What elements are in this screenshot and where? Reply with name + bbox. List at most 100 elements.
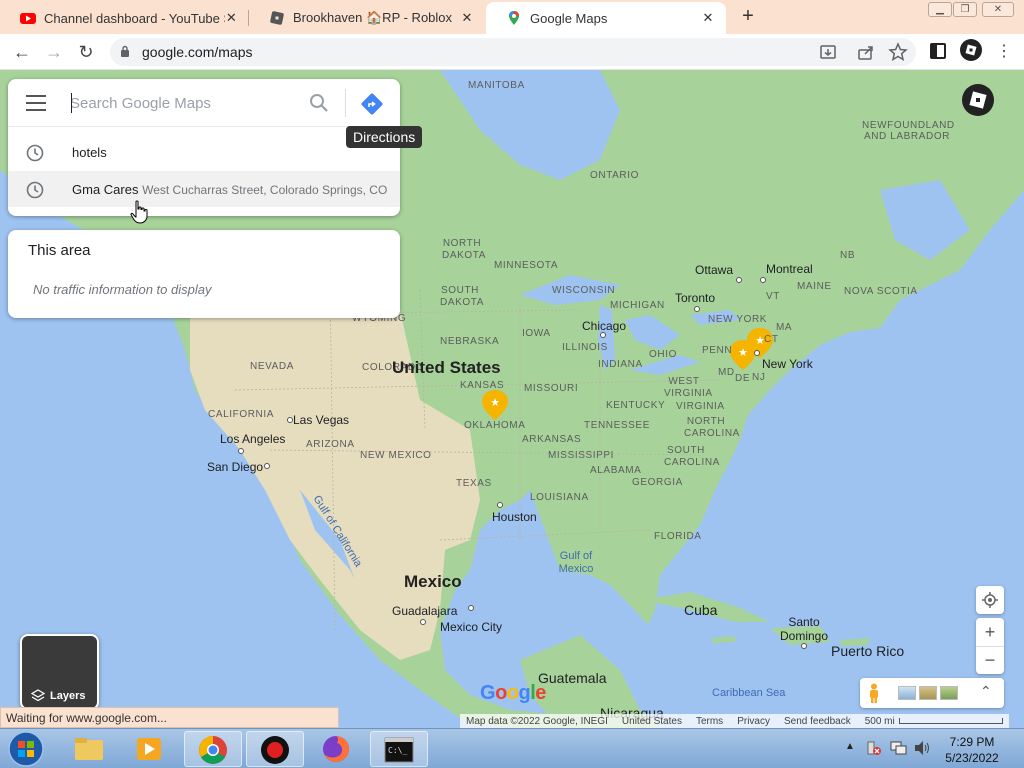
network-icon[interactable] (890, 740, 908, 756)
history-clock-icon (26, 181, 44, 199)
terms-link[interactable]: Terms (696, 716, 723, 727)
city-label: Cuba (684, 602, 718, 618)
zoom-in-button[interactable]: + (976, 618, 1004, 646)
close-tab-icon[interactable]: ✕ (700, 10, 716, 26)
main-menu-button[interactable] (26, 95, 46, 111)
bookmark-star-icon[interactable] (888, 42, 908, 62)
suggestion-item[interactable]: hotels (8, 134, 400, 170)
restore-button[interactable]: ❐ (953, 2, 977, 17)
share-icon[interactable] (856, 42, 876, 62)
send-feedback-link[interactable]: Send feedback (784, 716, 851, 727)
firefox-taskbar-button[interactable] (308, 731, 366, 767)
map-label: LOUISIANA (530, 492, 589, 503)
map-attribution: Map data ©2022 Google, INEGI United Stat… (460, 714, 1009, 728)
volume-icon[interactable] (914, 740, 930, 756)
scale-label[interactable]: 500 mi (865, 716, 895, 727)
city-label: Los Angeles (220, 432, 286, 446)
close-window-button[interactable]: ✕ (982, 2, 1014, 17)
install-app-icon[interactable] (818, 42, 838, 62)
map-label: ALABAMA (590, 465, 642, 476)
browser-status-bubble: Waiting for www.google.com... (0, 707, 339, 728)
traffic-message: No traffic information to display (33, 282, 212, 297)
show-hidden-icons-button[interactable]: ▲ (845, 741, 855, 752)
new-tab-button[interactable]: + (738, 6, 758, 26)
map-label: CT (764, 334, 779, 345)
layers-button[interactable]: Layers (20, 634, 99, 710)
search-input[interactable] (70, 91, 300, 115)
map-label: NJ (752, 372, 766, 383)
reload-button[interactable]: ↻ (74, 40, 98, 64)
city-label: Puerto Rico (831, 643, 905, 659)
imagery-thumb[interactable] (940, 686, 958, 700)
city-label: Las Vegas (293, 413, 350, 427)
map-label: GEORGIA (632, 477, 683, 488)
city-label: San Diego (207, 460, 264, 474)
expand-icon[interactable]: ⌃ (980, 683, 992, 700)
suggestion-item[interactable]: Gma Cares West Cucharras Street, Colorad… (8, 171, 400, 207)
map-label: KANSAS (460, 380, 505, 391)
action-center-icon[interactable] (866, 740, 882, 756)
map-label: NORTH DAKOTA (442, 238, 486, 261)
search-icon[interactable] (308, 92, 330, 114)
explorer-taskbar-button[interactable] (60, 731, 118, 767)
water-label: Gulf of Mexico (558, 550, 594, 575)
folder-icon (75, 738, 103, 760)
region-link[interactable]: United States (622, 716, 682, 727)
system-clock[interactable]: 7:29 PM 5/23/2022 (932, 734, 1012, 766)
close-tab-icon[interactable]: ✕ (459, 10, 475, 26)
minimize-button[interactable]: ▁ (928, 2, 952, 17)
pegman-icon[interactable] (868, 683, 880, 703)
map-label: FLORIDA (654, 531, 702, 542)
privacy-link[interactable]: Privacy (737, 716, 770, 727)
zoom-out-button[interactable]: − (976, 646, 1004, 674)
map-label: ARKANSAS (522, 434, 582, 445)
layers-label: Layers (50, 690, 86, 702)
traffic-panel: This area No traffic information to disp… (8, 230, 400, 318)
imagery-thumb[interactable] (919, 686, 937, 700)
street-view-bar: ⌃ (860, 678, 1004, 708)
map-label: MD (718, 367, 735, 378)
my-location-button[interactable] (976, 586, 1004, 614)
country-label: Mexico (404, 572, 462, 591)
directions-tooltip: Directions (346, 126, 423, 148)
suggestion-title: hotels (72, 145, 107, 160)
side-panel-icon[interactable] (928, 41, 948, 61)
chrome-icon (199, 736, 227, 764)
back-button[interactable]: ← (10, 40, 34, 64)
directions-icon[interactable] (360, 92, 384, 116)
cmd-taskbar-button[interactable]: C:\_ (370, 731, 428, 767)
city-label: Santo Domingo (780, 615, 829, 643)
traffic-panel-title: This area (28, 242, 91, 259)
map-label: NEW YORK (708, 314, 768, 325)
map-label: INDIANA (598, 359, 643, 370)
forward-button[interactable]: → (42, 40, 66, 64)
browser-menu-button[interactable]: ⋮ (992, 40, 1016, 64)
address-bar[interactable]: google.com/maps (110, 38, 916, 66)
firefox-icon (323, 736, 349, 762)
map-label: SOUTH CAROLINA (664, 445, 720, 468)
tab-roblox[interactable]: Brookhaven 🏠RP - Roblox ✕ (249, 2, 485, 34)
lock-icon (121, 45, 129, 57)
city-label: Houston (492, 510, 537, 524)
tab-youtube-studio[interactable]: Channel dashboard - YouTube Studio ✕ (0, 2, 248, 34)
tab-google-maps[interactable]: Google Maps ✕ (486, 2, 726, 34)
suggestion-title: Gma Cares (72, 182, 139, 197)
map-label: MISSOURI (524, 383, 579, 394)
youtube-icon (20, 13, 36, 24)
map-label: VT (766, 291, 780, 302)
map-label: ILLINOIS (562, 342, 608, 353)
media-player-taskbar-button[interactable] (120, 731, 178, 767)
url-text: google.com/maps (142, 44, 253, 60)
map-label: PENN (702, 345, 733, 356)
command-prompt-icon: C:\_ (384, 737, 414, 763)
close-tab-icon[interactable]: ✕ (225, 10, 238, 26)
imagery-thumb[interactable] (898, 686, 916, 700)
start-button[interactable] (6, 730, 46, 768)
recorder-taskbar-button[interactable] (246, 731, 304, 767)
map-label: CALIFORNIA (208, 409, 275, 420)
profile-avatar[interactable] (960, 39, 982, 61)
chrome-taskbar-button[interactable] (184, 731, 242, 767)
google-maps-icon (509, 11, 519, 25)
roblox-extension-icon[interactable] (962, 84, 994, 116)
map-label: MISSISSIPPI (548, 450, 615, 461)
